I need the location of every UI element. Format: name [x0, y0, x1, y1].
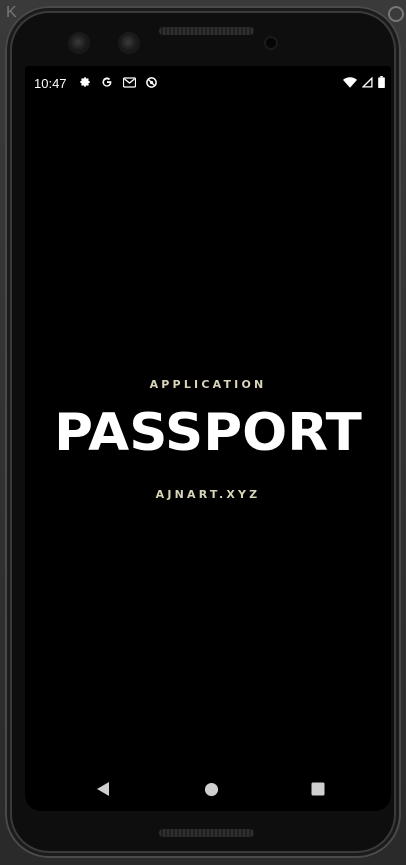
- recents-icon[interactable]: [307, 778, 329, 800]
- navigation-bar: [25, 766, 391, 811]
- emulator-window: K 10:47 APPLICATION PASSPORT AJNART.XYZ: [0, 0, 406, 865]
- splash-screen: APPLICATION PASSPORT AJNART.XYZ: [25, 66, 391, 811]
- back-icon[interactable]: [92, 778, 114, 800]
- splash-website: AJNART.XYZ: [155, 488, 261, 501]
- window-control-icon[interactable]: [388, 6, 404, 22]
- front-camera-icon: [120, 34, 138, 52]
- splash-title: PASSPORT: [54, 403, 362, 463]
- window-title-fragment: K: [6, 4, 17, 21]
- earpiece-speaker: [159, 27, 254, 35]
- front-camera-icon: [70, 34, 88, 52]
- proximity-sensor: [266, 38, 276, 48]
- device-screen: 10:47 APPLICATION PASSPORT AJNART.XYZ: [25, 66, 391, 811]
- home-icon[interactable]: [200, 778, 222, 800]
- bottom-speaker: [159, 829, 254, 837]
- phone-frame: 10:47 APPLICATION PASSPORT AJNART.XYZ: [5, 6, 401, 858]
- splash-subtitle: APPLICATION: [149, 378, 267, 391]
